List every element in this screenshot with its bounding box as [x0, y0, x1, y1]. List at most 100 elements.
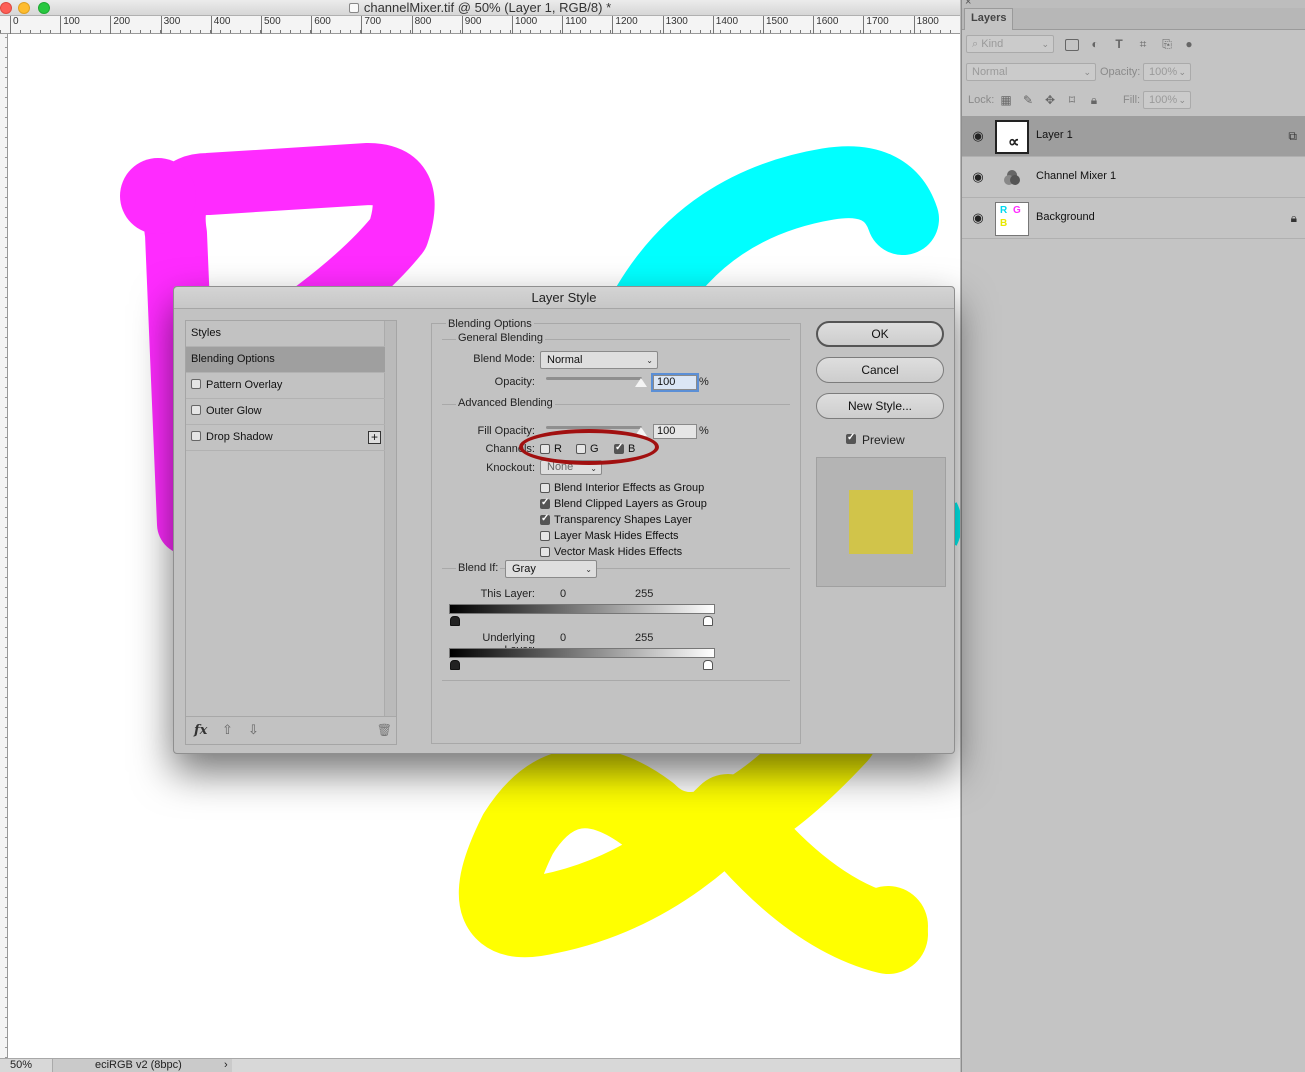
layer-thumbnail: R G B [995, 202, 1029, 236]
lock-transparent-pixels-icon[interactable]: ▦ [1000, 94, 1012, 106]
horizontal-ruler[interactable]: 0 100 200 300 400 500 600 700 800 900 1000 1100 1200… [0, 16, 960, 34]
blend-if-value: Gray [512, 563, 536, 575]
visibility-eye-icon[interactable]: ◉ [971, 211, 985, 225]
thumb-letter-r: R [1000, 205, 1008, 216]
chevron-down-icon: ⌄ [590, 464, 597, 473]
this-layer-white-slider[interactable] [703, 616, 713, 626]
kind-filter-select[interactable]: ⌕ Kind ⌄ [966, 35, 1054, 53]
opacity-slider-thumb[interactable] [635, 378, 647, 387]
kind-filter-label: Kind [981, 38, 1004, 50]
advanced-option-checkbox[interactable] [540, 531, 550, 541]
advanced-option-checkbox[interactable] [540, 547, 550, 557]
fill-label: Fill: [1123, 94, 1141, 106]
layer-row-channel-mixer-1[interactable]: ◉ Channel Mixer 1 [962, 157, 1305, 198]
blend-mode-select[interactable]: Normal ⌄ [540, 351, 658, 369]
channel-g-label: G [590, 443, 599, 455]
new-style-button[interactable]: New Style... [816, 393, 944, 419]
trash-icon[interactable]: 🗑︎ [377, 723, 392, 737]
styles-header[interactable]: Styles [186, 321, 385, 347]
styles-scrollbar[interactable] [384, 321, 396, 717]
advanced-option-label: Blend Interior Effects as Group [554, 482, 705, 494]
layer-filter-row: ⌕ Kind ⌄ ◐ T ⌗ ⎘ ● [962, 30, 1305, 58]
visibility-eye-icon[interactable]: ◉ [971, 129, 985, 143]
layer-fill-value: 100% [1149, 94, 1178, 106]
style-item-drop-shadow[interactable]: Drop Shadow + [186, 425, 385, 451]
preview-checkbox[interactable] [846, 432, 856, 444]
pixel-filter-icon[interactable] [1065, 39, 1079, 51]
close-panel-icon[interactable]: × [965, 0, 971, 8]
vertical-ruler[interactable] [0, 34, 8, 1058]
layer-name[interactable]: Layer 1 [1036, 129, 1073, 141]
ruler-tick-label: 500 [261, 16, 281, 34]
layer-row-background[interactable]: ◉ R G B Background 🔒︎ [962, 198, 1305, 239]
layer-row-layer-1[interactable]: ◉ ∝ Layer 1 ⧉ [962, 116, 1305, 157]
drop-shadow-checkbox[interactable] [191, 431, 201, 441]
this-layer-black-slider[interactable] [450, 616, 460, 626]
type-filter-icon[interactable]: T [1113, 38, 1125, 50]
lock-position-icon[interactable]: ✥ [1044, 94, 1056, 106]
preview-label: Preview [862, 433, 905, 447]
knockout-select[interactable]: None ⌄ [540, 460, 602, 475]
ruler-tick-label: 0 [10, 16, 19, 34]
outer-glow-checkbox[interactable] [191, 405, 201, 415]
layer-style-icon[interactable]: ⧉ [1288, 129, 1297, 144]
channel-g-checkbox[interactable] [576, 444, 586, 454]
underlying-white-slider[interactable] [703, 660, 713, 670]
layers-panel: × Layers ⌕ Kind ⌄ ◐ T ⌗ ⎘ ● Normal ⌄ Opaci… [961, 0, 1305, 1072]
move-down-arrow-icon[interactable]: ⇩ [248, 722, 259, 738]
advanced-option-checkbox[interactable] [540, 497, 550, 509]
status-menu-arrow[interactable]: › [224, 1059, 960, 1072]
this-layer-gradient[interactable] [449, 604, 715, 614]
thumb-letter-g: G [1013, 205, 1021, 216]
style-item-blending-options[interactable]: Blending Options [186, 347, 385, 373]
tab-layers[interactable]: Layers [964, 8, 1014, 30]
channel-r-checkbox[interactable] [540, 444, 550, 454]
lock-artboard-icon[interactable]: ⌑ [1066, 94, 1078, 106]
adjustment-filter-icon[interactable]: ◐ [1089, 38, 1101, 50]
shape-filter-icon[interactable]: ⌗ [1137, 38, 1149, 50]
ok-button[interactable]: OK [816, 321, 944, 347]
style-item-outer-glow[interactable]: Outer Glow [186, 399, 385, 425]
lock-all-icon[interactable]: 🔒︎ [1088, 94, 1100, 106]
knockout-label: Knockout: [486, 462, 535, 474]
layer-name[interactable]: Background [1036, 211, 1095, 223]
chevron-down-icon: ⌄ [1178, 95, 1186, 105]
lock-icon: 🔒︎ [1290, 211, 1297, 225]
fx-menu-icon[interactable]: fx [194, 723, 207, 738]
filter-toggle-icon[interactable]: ● [1183, 38, 1195, 50]
fill-opacity-input[interactable]: 100 [653, 424, 697, 439]
pattern-overlay-checkbox[interactable] [191, 379, 201, 389]
style-item-pattern-overlay[interactable]: Pattern Overlay [186, 373, 385, 399]
knockout-value: None [547, 461, 574, 473]
layer-blend-mode-select[interactable]: Normal ⌄ [966, 63, 1096, 81]
blending-options-title: Blending Options [446, 318, 534, 330]
fill-opacity-slider[interactable] [546, 426, 642, 429]
status-bar: 50% eciRGB v2 (8bpc) › [0, 1058, 960, 1072]
visibility-eye-icon[interactable]: ◉ [971, 170, 985, 184]
ruler-tick-label: 1300 [662, 16, 688, 34]
smart-object-filter-icon[interactable]: ⎘ [1161, 38, 1173, 50]
fill-opacity-slider-thumb[interactable] [635, 427, 647, 436]
zoom-level[interactable]: 50% [10, 1059, 32, 1072]
thumb-letter-b: B [1000, 218, 1008, 229]
add-effect-plus-icon[interactable]: + [368, 431, 381, 444]
cancel-button[interactable]: Cancel [816, 357, 944, 383]
lock-image-pixels-icon[interactable]: ✎ [1022, 94, 1034, 106]
underlying-max: 255 [635, 632, 654, 644]
magenta-cap [120, 158, 196, 234]
blend-if-select[interactable]: Gray ⌄ [505, 560, 597, 578]
layer-fill-field[interactable]: 100% ⌄ [1143, 91, 1191, 109]
window-titlebar: channelMixer.tif @ 50% (Layer 1, RGB/8) … [0, 0, 960, 16]
ruler-tick-label: 1200 [612, 16, 638, 34]
opacity-slider[interactable] [546, 377, 642, 380]
advanced-option-checkbox[interactable] [540, 513, 550, 525]
layer-opacity-field[interactable]: 100% ⌄ [1143, 63, 1191, 81]
underlying-black-slider[interactable] [450, 660, 460, 670]
channel-b-checkbox[interactable] [614, 442, 624, 454]
layer-name[interactable]: Channel Mixer 1 [1036, 170, 1116, 182]
move-up-arrow-icon[interactable]: ⇧ [222, 722, 233, 738]
fill-opacity-percent: % [699, 425, 709, 437]
underlying-layer-gradient[interactable] [449, 648, 715, 658]
opacity-input[interactable]: 100 [651, 373, 699, 392]
advanced-option-checkbox[interactable] [540, 483, 550, 493]
